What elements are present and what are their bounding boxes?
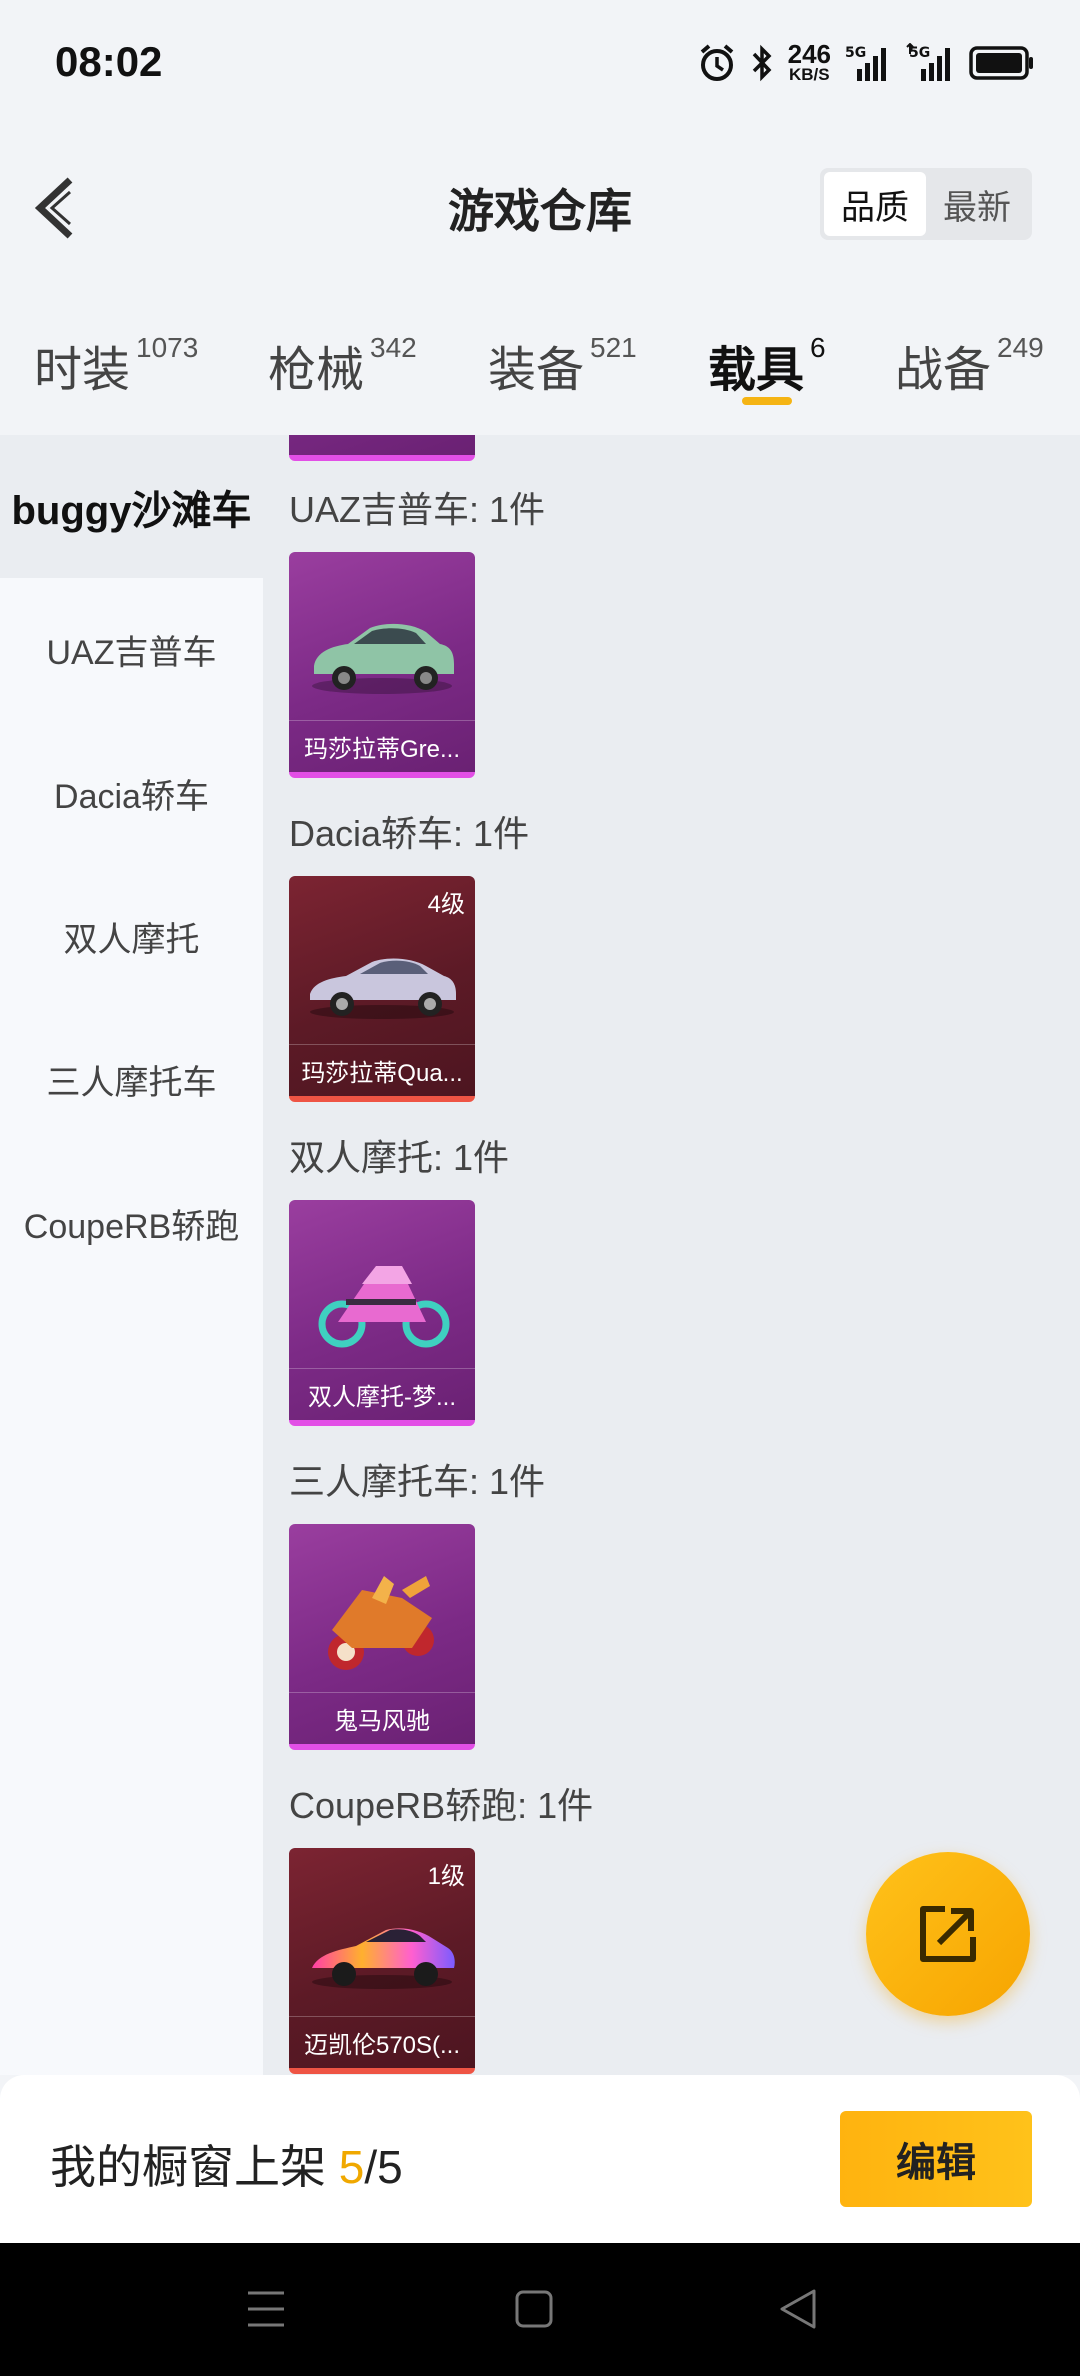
showcase-bar: 我的橱窗上架 5/5 编辑 <box>0 2075 1080 2243</box>
tab-fashion[interactable]: 时装 1073 <box>34 330 198 400</box>
item-name: 玛莎拉蒂Qua... <box>289 1044 475 1096</box>
item-name: 玛莎拉蒂Gre... <box>289 720 475 772</box>
battery-icon <box>969 46 1033 80</box>
tab-count: 521 <box>590 332 637 363</box>
active-tab-indicator <box>742 397 792 405</box>
sidebar-item-coupe[interactable]: CoupeRB轿跑 <box>0 1152 263 1295</box>
sidebar-item-dacia[interactable]: Dacia轿车 <box>0 722 263 865</box>
section-label: UAZ吉普车: 1件 <box>289 489 546 530</box>
showcase-total-count: /5 <box>364 2141 403 2193</box>
signal-5g-2-icon: 5G <box>906 43 950 81</box>
item-card[interactable]: 双人摩托-梦... <box>289 1200 475 1426</box>
section-label: 三人摩托车: 1件 <box>289 1461 546 1502</box>
sort-newest-button[interactable]: 最新 <box>926 172 1028 236</box>
item-card[interactable]: 1级 迈凯伦570S(... <box>289 1848 475 2074</box>
item-card-partial[interactable] <box>289 435 475 461</box>
edit-button[interactable]: 编辑 <box>840 2111 1032 2207</box>
share-button[interactable] <box>866 1852 1030 2016</box>
tab-supplies[interactable]: 战备 249 <box>895 330 1044 400</box>
back-button[interactable] <box>30 168 90 248</box>
green-sedan-image <box>312 623 454 694</box>
showcase-current-count: 5 <box>338 2141 365 2193</box>
item-card[interactable]: 玛莎拉蒂Gre... <box>289 552 475 778</box>
item-name: 鬼马风驰 <box>289 1692 475 1744</box>
menu-icon[interactable] <box>246 2287 286 2331</box>
rainbow-supercar-image <box>312 1928 455 1989</box>
home-icon[interactable] <box>514 2287 554 2331</box>
item-card[interactable]: 4级 玛莎拉蒂Qua... <box>289 876 475 1102</box>
tab-count: 1073 <box>136 332 199 363</box>
tab-vehicles[interactable]: 载具 6 <box>708 330 826 400</box>
showcase-status: 我的橱窗上架 5/5 <box>50 2131 403 2197</box>
vehicle-type-sidebar: buggy沙滩车 UAZ吉普车 Dacia轿车 双人摩托 三人摩托车 Coupe… <box>0 435 263 2075</box>
tab-count: 6 <box>810 332 826 363</box>
item-card[interactable]: 鬼马风驰 <box>289 1524 475 1750</box>
network-speed: 246 KB/S <box>787 39 831 84</box>
pink-motorbike-image <box>318 1266 450 1348</box>
svg-text:5G: 5G <box>845 45 866 61</box>
sidebar-item-uaz[interactable]: UAZ吉普车 <box>0 578 263 721</box>
system-nav-bar <box>0 2243 1080 2376</box>
tab-label: 装备 <box>488 344 585 397</box>
sort-quality-button[interactable]: 品质 <box>824 172 926 236</box>
showcase-label: 我的橱窗上架 <box>50 2141 339 2193</box>
tab-equipment[interactable]: 装备 521 <box>488 330 637 400</box>
category-tabs: 时装 1073 枪械 342 装备 521 载具 6 战备 249 <box>0 280 1080 435</box>
tab-label: 时装 <box>34 344 131 397</box>
tab-label: 战备 <box>895 344 992 397</box>
section-label: CoupeRB轿跑: 1件 <box>289 1785 594 1826</box>
app-header: 游戏仓库 品质 最新 <box>0 130 1080 280</box>
items-list: UAZ吉普车: 1件 玛莎拉蒂Gre... Dacia轿车: 1件 4级 玛莎拉… <box>263 435 1080 2075</box>
tab-firearms[interactable]: 枪械 342 <box>268 330 417 400</box>
tab-count: 342 <box>370 332 417 363</box>
item-name: 迈凯伦570S(... <box>289 2016 475 2068</box>
item-name: 双人摩托-梦... <box>289 1368 475 1420</box>
clock: 08:02 <box>55 38 163 85</box>
tab-label: 载具 <box>708 344 805 397</box>
sidebar-item-two-seat-moto[interactable]: 双人摩托 <box>0 865 263 1008</box>
back-nav-icon[interactable] <box>778 2287 818 2331</box>
section-label: 双人摩托: 1件 <box>289 1137 510 1178</box>
section-label: Dacia轿车: 1件 <box>289 813 530 854</box>
sidebar-item-buggy[interactable]: buggy沙滩车 <box>0 435 263 578</box>
status-bar: 08:02 246 KB/S 5G 5G <box>0 0 1080 130</box>
sidebar-item-three-seat-moto[interactable]: 三人摩托车 <box>0 1008 263 1151</box>
tab-label: 枪械 <box>268 344 365 397</box>
share-out-icon <box>920 1906 976 1962</box>
orange-trike-image <box>328 1576 434 1670</box>
status-icons: 246 KB/S 5G 5G <box>698 38 1035 88</box>
sort-toggle: 品质 最新 <box>820 168 1032 240</box>
signal-5g-icon: 5G <box>845 45 886 81</box>
alarm-icon <box>700 44 733 81</box>
silver-sedan-image <box>310 958 456 1019</box>
back-arrow-icon <box>34 177 73 239</box>
tab-count: 249 <box>997 332 1044 363</box>
bluetooth-icon <box>752 44 772 82</box>
